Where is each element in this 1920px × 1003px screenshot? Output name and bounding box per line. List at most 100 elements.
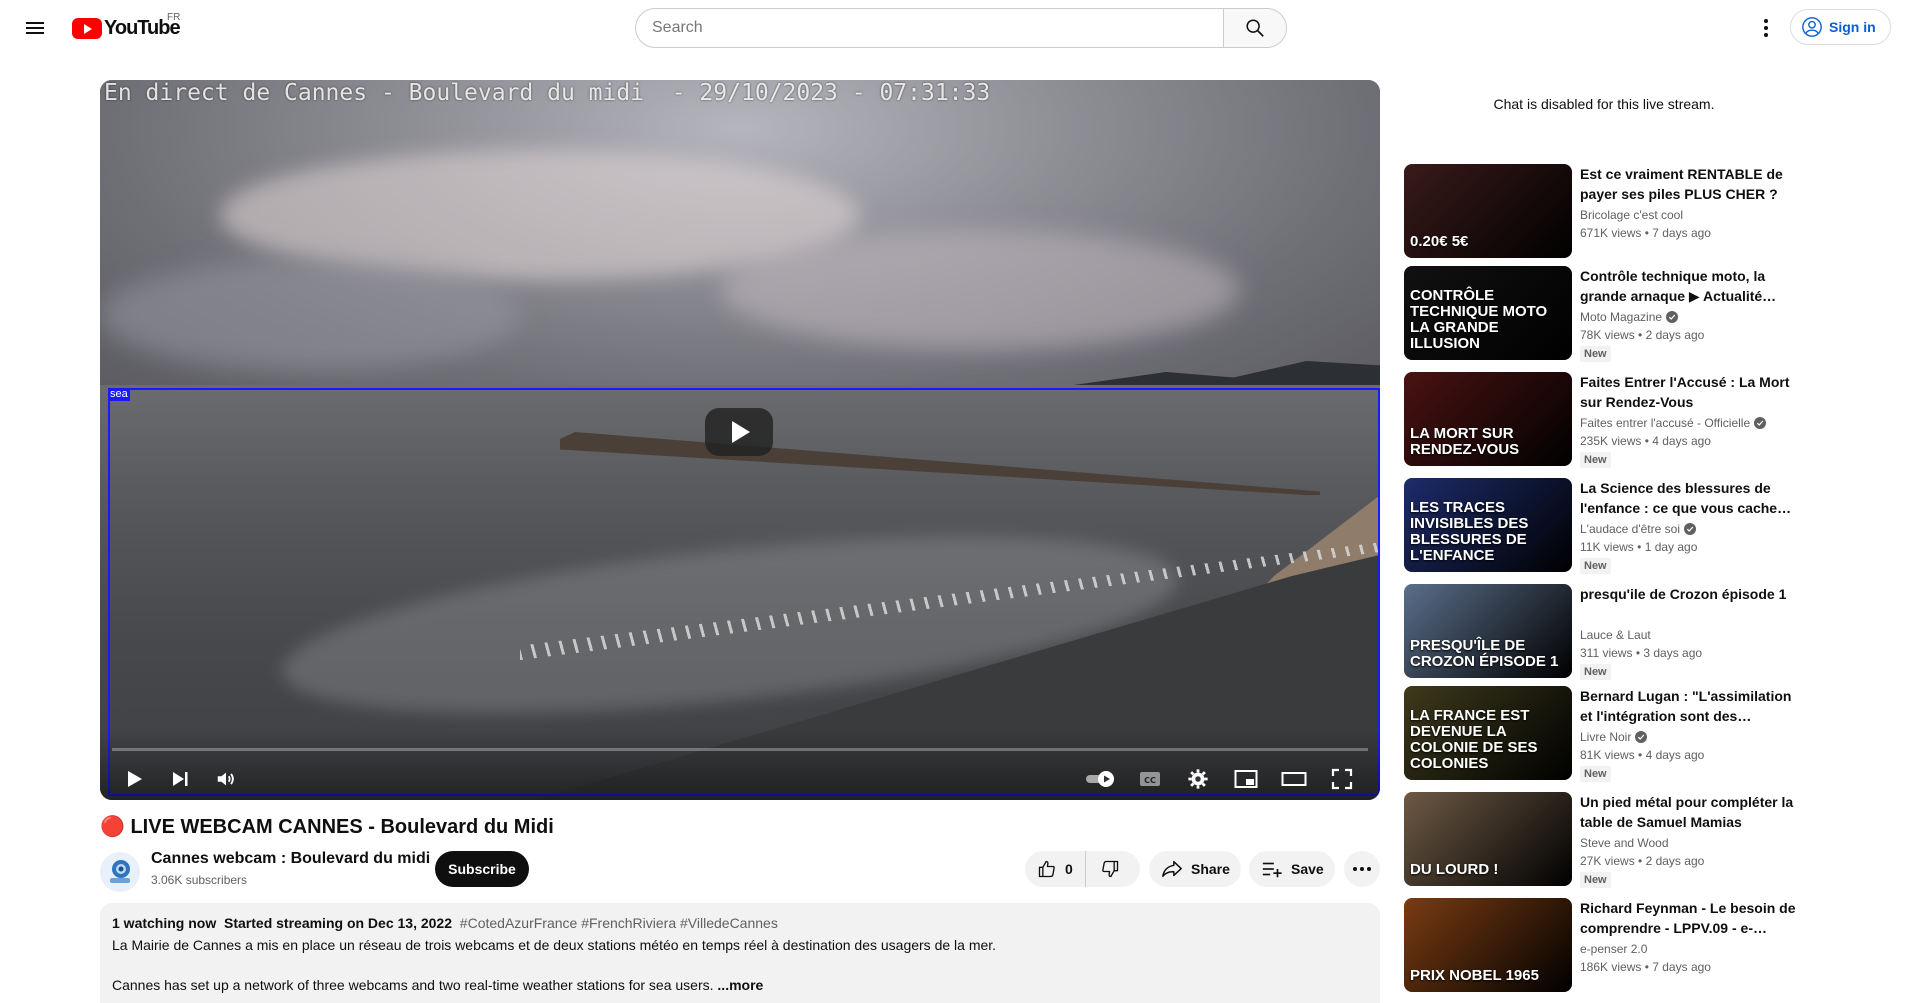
- save-button[interactable]: Save: [1249, 851, 1335, 887]
- detection-label: sea: [108, 388, 130, 401]
- search-bar: [635, 8, 1287, 48]
- play-button[interactable]: [116, 761, 152, 797]
- thumbnail-text: 0.20€ 5€: [1410, 233, 1469, 250]
- description-box[interactable]: 1 watching now Started streaming on Dec …: [100, 903, 1380, 1003]
- video-thumbnail[interactable]: LA MORT SUR RENDEZ-VOUS: [1404, 372, 1572, 466]
- thumbnail-text: PRIX NOBEL 1965: [1410, 967, 1539, 984]
- share-button[interactable]: Share: [1149, 851, 1241, 887]
- video-player[interactable]: En direct de Cannes - Boulevard du midi …: [100, 80, 1380, 800]
- view-count: 78K views: [1580, 328, 1635, 342]
- video-thumbnail[interactable]: LA FRANCE EST DEVENUE LA COLONIE DE SES …: [1404, 686, 1572, 780]
- recommended-video[interactable]: Presqu'île de crozon épisode 1 presqu'ile…: [1404, 584, 1804, 680]
- new-badge: New: [1580, 766, 1611, 782]
- recommended-video[interactable]: PRIX NOBEL 1965 Richard Feynman - Le beso…: [1404, 898, 1804, 992]
- description-line-2: Cannes has set up a network of three web…: [112, 975, 1368, 995]
- recommended-video-meta: 81K views • 4 days ago: [1580, 748, 1704, 762]
- recommended-channel[interactable]: Faites entrer l'accusé - Officielle: [1580, 416, 1767, 430]
- video-thumbnail[interactable]: CONTRÔLE TECHNIQUE MOTO La grande illusi…: [1404, 266, 1572, 360]
- subscribe-button[interactable]: Subscribe: [435, 851, 529, 887]
- hashtags[interactable]: #CotedAzurFrance #FrenchRiviera #Villede…: [460, 915, 778, 931]
- meta-separator: •: [1633, 540, 1645, 554]
- recommended-channel-name: L'audace d'être soi: [1580, 522, 1680, 536]
- video-title: 🔴 LIVE WEBCAM CANNES - Boulevard du Midi: [100, 816, 554, 838]
- like-button[interactable]: 0: [1025, 851, 1086, 887]
- recommended-channel[interactable]: L'audace d'être soi: [1580, 522, 1696, 536]
- subtitles-icon: CC: [1140, 772, 1160, 786]
- thumbs-up-icon: [1038, 860, 1055, 878]
- theater-mode-button[interactable]: [1276, 761, 1312, 797]
- thumbnail-text: Presqu'île de crozon épisode 1: [1410, 637, 1559, 670]
- verified-check-icon: [1666, 311, 1679, 323]
- recommended-video-meta: 671K views • 7 days ago: [1580, 226, 1711, 240]
- show-more-link[interactable]: ...more: [717, 977, 763, 993]
- page-scrollbar[interactable]: [1908, 0, 1920, 1003]
- share-label: Share: [1191, 861, 1230, 877]
- miniplayer-icon: [1234, 770, 1258, 788]
- video-thumbnail[interactable]: PRIX NOBEL 1965: [1404, 898, 1572, 992]
- recommended-video-title[interactable]: La Science des blessures de l'enfance : …: [1580, 478, 1804, 518]
- verified-check-icon: [1754, 417, 1767, 429]
- upload-age: 7 days ago: [1652, 960, 1711, 974]
- mute-button[interactable]: [208, 761, 244, 797]
- recommended-video-title[interactable]: presqu'ile de Crozon épisode 1: [1580, 584, 1804, 604]
- recommended-channel[interactable]: Bricolage c'est cool: [1580, 208, 1683, 222]
- menu-icon[interactable]: [20, 14, 48, 42]
- recommended-video[interactable]: LES TRACES INVISIBLES DES BLESSURES DE L…: [1404, 478, 1804, 574]
- masthead: YouTube FR Sign in: [0, 0, 1920, 56]
- skip-next-icon: [173, 772, 188, 786]
- country-code: FR: [167, 12, 181, 23]
- recommended-video[interactable]: LA MORT SUR RENDEZ-VOUS Faites Entrer l'A…: [1404, 372, 1804, 468]
- subtitles-button[interactable]: CC: [1132, 761, 1168, 797]
- channel-name[interactable]: Cannes webcam : Boulevard du midi: [151, 850, 430, 868]
- next-button[interactable]: [162, 761, 198, 797]
- recommended-video[interactable]: CONTRÔLE TECHNIQUE MOTO La grande illusi…: [1404, 266, 1804, 362]
- recommended-video-title[interactable]: Contrôle technique moto, la grande arnaq…: [1580, 266, 1804, 306]
- channel-avatar[interactable]: [100, 852, 140, 892]
- upload-age: 1 day ago: [1644, 540, 1698, 554]
- recommended-video[interactable]: 0.20€ 5€ Est ce vraiment RENTABLE de paye…: [1404, 164, 1804, 258]
- search-input[interactable]: [635, 8, 1223, 48]
- video-thumbnail[interactable]: 0.20€ 5€: [1404, 164, 1572, 258]
- recommended-channel[interactable]: Livre Noir: [1580, 730, 1648, 744]
- dislike-button[interactable]: [1086, 851, 1134, 887]
- recommended-video-title[interactable]: Bernard Lugan : "L'assimilation et l'int…: [1580, 686, 1804, 726]
- recommended-video[interactable]: DU LOURD ! Un pied métal pour compléter l…: [1404, 792, 1804, 888]
- meta-separator: •: [1641, 960, 1653, 974]
- video-thumbnail[interactable]: DU LOURD !: [1404, 792, 1572, 886]
- autoplay-toggle[interactable]: [1080, 761, 1124, 797]
- view-count: 11K views: [1580, 540, 1634, 554]
- large-play-button[interactable]: [705, 408, 773, 456]
- fullscreen-icon: [1331, 768, 1353, 790]
- settings-button[interactable]: [1180, 761, 1216, 797]
- description-line-1: La Mairie de Cannes a mis en place un ré…: [112, 937, 997, 953]
- recommended-video[interactable]: LA FRANCE EST DEVENUE LA COLONIE DE SES …: [1404, 686, 1804, 782]
- meta-separator: •: [1632, 646, 1644, 660]
- recommended-video-meta: 11K views • 1 day ago: [1580, 540, 1697, 554]
- sign-in-button[interactable]: Sign in: [1790, 9, 1891, 45]
- recommended-video-title[interactable]: Un pied métal pour compléter la table de…: [1580, 792, 1804, 832]
- recommended-video-title[interactable]: Est ce vraiment RENTABLE de payer ses pi…: [1580, 164, 1804, 204]
- new-badge: New: [1580, 346, 1611, 362]
- progress-bar[interactable]: [112, 748, 1368, 751]
- recommended-channel[interactable]: Lauce & Laut: [1580, 628, 1651, 642]
- youtube-logo[interactable]: YouTube: [72, 16, 181, 40]
- video-thumbnail[interactable]: Presqu'île de crozon épisode 1: [1404, 584, 1572, 678]
- more-actions-button[interactable]: [1344, 851, 1380, 887]
- search-button[interactable]: [1223, 8, 1287, 48]
- webcam-avatar-icon: [110, 860, 130, 883]
- recommended-channel[interactable]: Moto Magazine: [1580, 310, 1679, 324]
- video-thumbnail[interactable]: LES TRACES INVISIBLES DES BLESSURES DE L…: [1404, 478, 1572, 572]
- thumbnail-text: CONTRÔLE TECHNIQUE MOTO La grande illusi…: [1410, 287, 1548, 352]
- recommended-channel[interactable]: Steve and Wood: [1580, 836, 1669, 850]
- settings-menu-icon[interactable]: [1752, 14, 1780, 42]
- meta-separator: •: [1634, 854, 1646, 868]
- recommended-video-title[interactable]: Richard Feynman - Le besoin de comprendr…: [1580, 898, 1804, 938]
- theater-icon: [1281, 772, 1307, 786]
- recommended-channel[interactable]: e-penser 2.0: [1580, 942, 1647, 956]
- description-line-2-text: Cannes has set up a network of three web…: [112, 977, 714, 993]
- youtube-play-icon: [72, 17, 102, 39]
- fullscreen-button[interactable]: [1324, 761, 1360, 797]
- recommended-video-title[interactable]: Faites Entrer l'Accusé : La Mort sur Ren…: [1580, 372, 1804, 412]
- miniplayer-button[interactable]: [1228, 761, 1264, 797]
- play-icon: [128, 771, 142, 787]
